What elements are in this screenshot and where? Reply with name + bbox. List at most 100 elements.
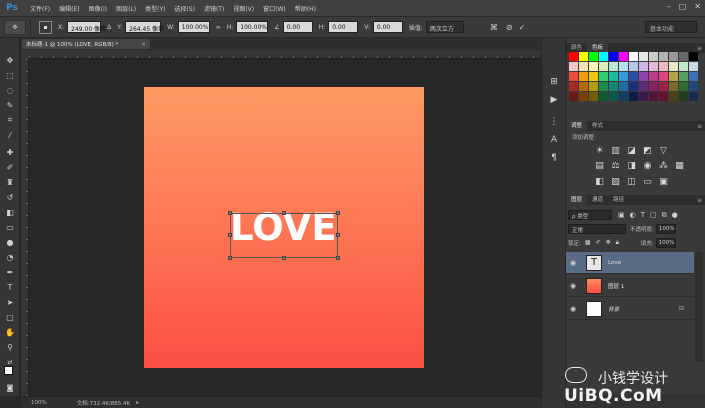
- hue-saturation-icon[interactable]: ▤: [594, 160, 605, 171]
- color-swatch[interactable]: [619, 82, 628, 91]
- paragraph-panel-icon[interactable]: ¶: [548, 152, 560, 164]
- channel-mixer-icon[interactable]: ⁂: [658, 160, 669, 171]
- color-swatch[interactable]: [579, 52, 588, 61]
- color-swatch[interactable]: [689, 62, 698, 71]
- color-swatch[interactable]: [629, 72, 638, 81]
- path-select-icon[interactable]: ➤: [3, 296, 17, 308]
- tab-paths[interactable]: 路径: [608, 195, 629, 205]
- color-swatch[interactable]: [569, 72, 578, 81]
- menu-layer[interactable]: 图层(L): [116, 4, 136, 13]
- hskew-field[interactable]: 0.00: [328, 21, 359, 33]
- color-balance-icon[interactable]: ⚖: [610, 160, 621, 171]
- menu-image[interactable]: 图像(I): [89, 4, 107, 13]
- color-swatch[interactable]: [599, 92, 608, 101]
- visibility-eye-icon[interactable]: ◉: [570, 305, 582, 313]
- shape-tool-icon[interactable]: ▢: [3, 311, 17, 323]
- color-swatch[interactable]: [629, 52, 638, 61]
- threshold-icon[interactable]: ◫: [626, 176, 637, 187]
- commit-icon[interactable]: ✓: [519, 23, 526, 32]
- canvas-workspace[interactable]: LOVE: [29, 59, 541, 396]
- posterize-icon[interactable]: ▧: [610, 176, 621, 187]
- color-swatch[interactable]: [639, 52, 648, 61]
- marquee-tool-icon[interactable]: ⬚: [3, 69, 17, 81]
- color-swatch[interactable]: [679, 52, 688, 61]
- color-swatch[interactable]: [649, 62, 658, 71]
- color-swatch[interactable]: [679, 62, 688, 71]
- color-swatch[interactable]: [619, 52, 628, 61]
- foreground-color-swatch[interactable]: [4, 366, 13, 375]
- ruler-origin[interactable]: [21, 50, 29, 59]
- layer-row-background[interactable]: ◉ 背景 ⊟: [566, 298, 694, 320]
- shape-filter-icon[interactable]: ▢: [650, 211, 657, 220]
- black-white-icon[interactable]: ◨: [626, 160, 637, 171]
- color-swatch[interactable]: [669, 62, 678, 71]
- minimize-button[interactable]: –: [667, 2, 671, 11]
- vertical-ruler[interactable]: [21, 59, 29, 396]
- actions-panel-icon[interactable]: ▶: [548, 94, 560, 106]
- hand-tool-icon[interactable]: ✋: [3, 326, 17, 338]
- vskew-field[interactable]: 0.00: [372, 21, 403, 33]
- color-swatch[interactable]: [579, 82, 588, 91]
- cancel-icon[interactable]: ⊘: [506, 23, 513, 32]
- color-swatch[interactable]: [609, 82, 618, 91]
- layer-name[interactable]: 背景: [608, 305, 619, 313]
- color-swatch[interactable]: [589, 92, 598, 101]
- menu-edit[interactable]: 编辑(E): [59, 4, 79, 13]
- color-swatch[interactable]: [599, 52, 608, 61]
- color-swatch[interactable]: [619, 92, 628, 101]
- color-swatch[interactable]: [659, 72, 668, 81]
- status-menu-arrow-icon[interactable]: ▸: [136, 400, 139, 406]
- fill-field[interactable]: 100%: [655, 237, 676, 248]
- menu-file[interactable]: 文件(F): [30, 4, 50, 13]
- color-swatch[interactable]: [629, 92, 638, 101]
- color-swatch[interactable]: [689, 72, 698, 81]
- exposure-icon[interactable]: ◩: [642, 145, 653, 156]
- color-swatch[interactable]: [669, 92, 678, 101]
- color-swatch[interactable]: [609, 62, 618, 71]
- layers-scrollbar[interactable]: [695, 252, 703, 362]
- close-window-button[interactable]: ✕: [694, 2, 701, 11]
- menu-type[interactable]: 类型(Y): [145, 4, 165, 13]
- lasso-tool-icon[interactable]: ◌: [3, 84, 17, 96]
- panel-menu-icon[interactable]: ≡: [697, 197, 702, 204]
- color-swatch[interactable]: [609, 52, 618, 61]
- move-tool-icon[interactable]: ✥: [3, 54, 17, 66]
- pixel-filter-icon[interactable]: ▣: [618, 211, 625, 220]
- color-swatch[interactable]: [579, 72, 588, 81]
- properties-panel-icon[interactable]: ⋮: [548, 116, 560, 128]
- color-swatch[interactable]: [659, 62, 668, 71]
- color-swatch[interactable]: [689, 52, 698, 61]
- color-swatch[interactable]: [689, 82, 698, 91]
- quick-select-tool-icon[interactable]: ✎: [3, 99, 17, 111]
- color-swatch[interactable]: [589, 62, 598, 71]
- eyedropper-tool-icon[interactable]: ⁄: [3, 129, 17, 141]
- transform-handle-t[interactable]: [282, 211, 286, 215]
- close-document-icon[interactable]: ×: [141, 41, 146, 48]
- transform-handle-tl[interactable]: [228, 211, 232, 215]
- zoom-tool-icon[interactable]: ⚲: [3, 341, 17, 353]
- color-swatch[interactable]: [639, 62, 648, 71]
- gradient-map-icon[interactable]: ▭: [642, 176, 653, 187]
- layer-name[interactable]: 图层 1: [608, 282, 624, 290]
- panel-menu-icon[interactable]: ≡: [697, 123, 702, 130]
- color-swatch[interactable]: [589, 72, 598, 81]
- color-swatch[interactable]: [599, 72, 608, 81]
- angle-field[interactable]: 0.00: [282, 21, 313, 33]
- link-icon[interactable]: ∞: [216, 24, 221, 31]
- reference-point-icon[interactable]: [39, 20, 52, 34]
- horizontal-ruler[interactable]: [29, 50, 541, 59]
- zoom-level[interactable]: 100%: [31, 400, 47, 406]
- blend-mode-select[interactable]: 正常: [568, 223, 626, 234]
- color-swatch[interactable]: [599, 62, 608, 71]
- color-swatch[interactable]: [639, 72, 648, 81]
- menu-filter[interactable]: 滤镜(T): [204, 4, 224, 13]
- history-brush-icon[interactable]: ↺: [3, 191, 17, 203]
- color-swatch[interactable]: [679, 92, 688, 101]
- color-swatch[interactable]: [629, 62, 638, 71]
- color-swatch[interactable]: [569, 92, 578, 101]
- color-swatch[interactable]: [649, 92, 658, 101]
- lock-position-icon[interactable]: ✥: [606, 239, 611, 247]
- photo-filter-icon[interactable]: ◉: [642, 160, 653, 171]
- color-swatch[interactable]: [659, 52, 668, 61]
- brush-tool-icon[interactable]: ✐: [3, 161, 17, 173]
